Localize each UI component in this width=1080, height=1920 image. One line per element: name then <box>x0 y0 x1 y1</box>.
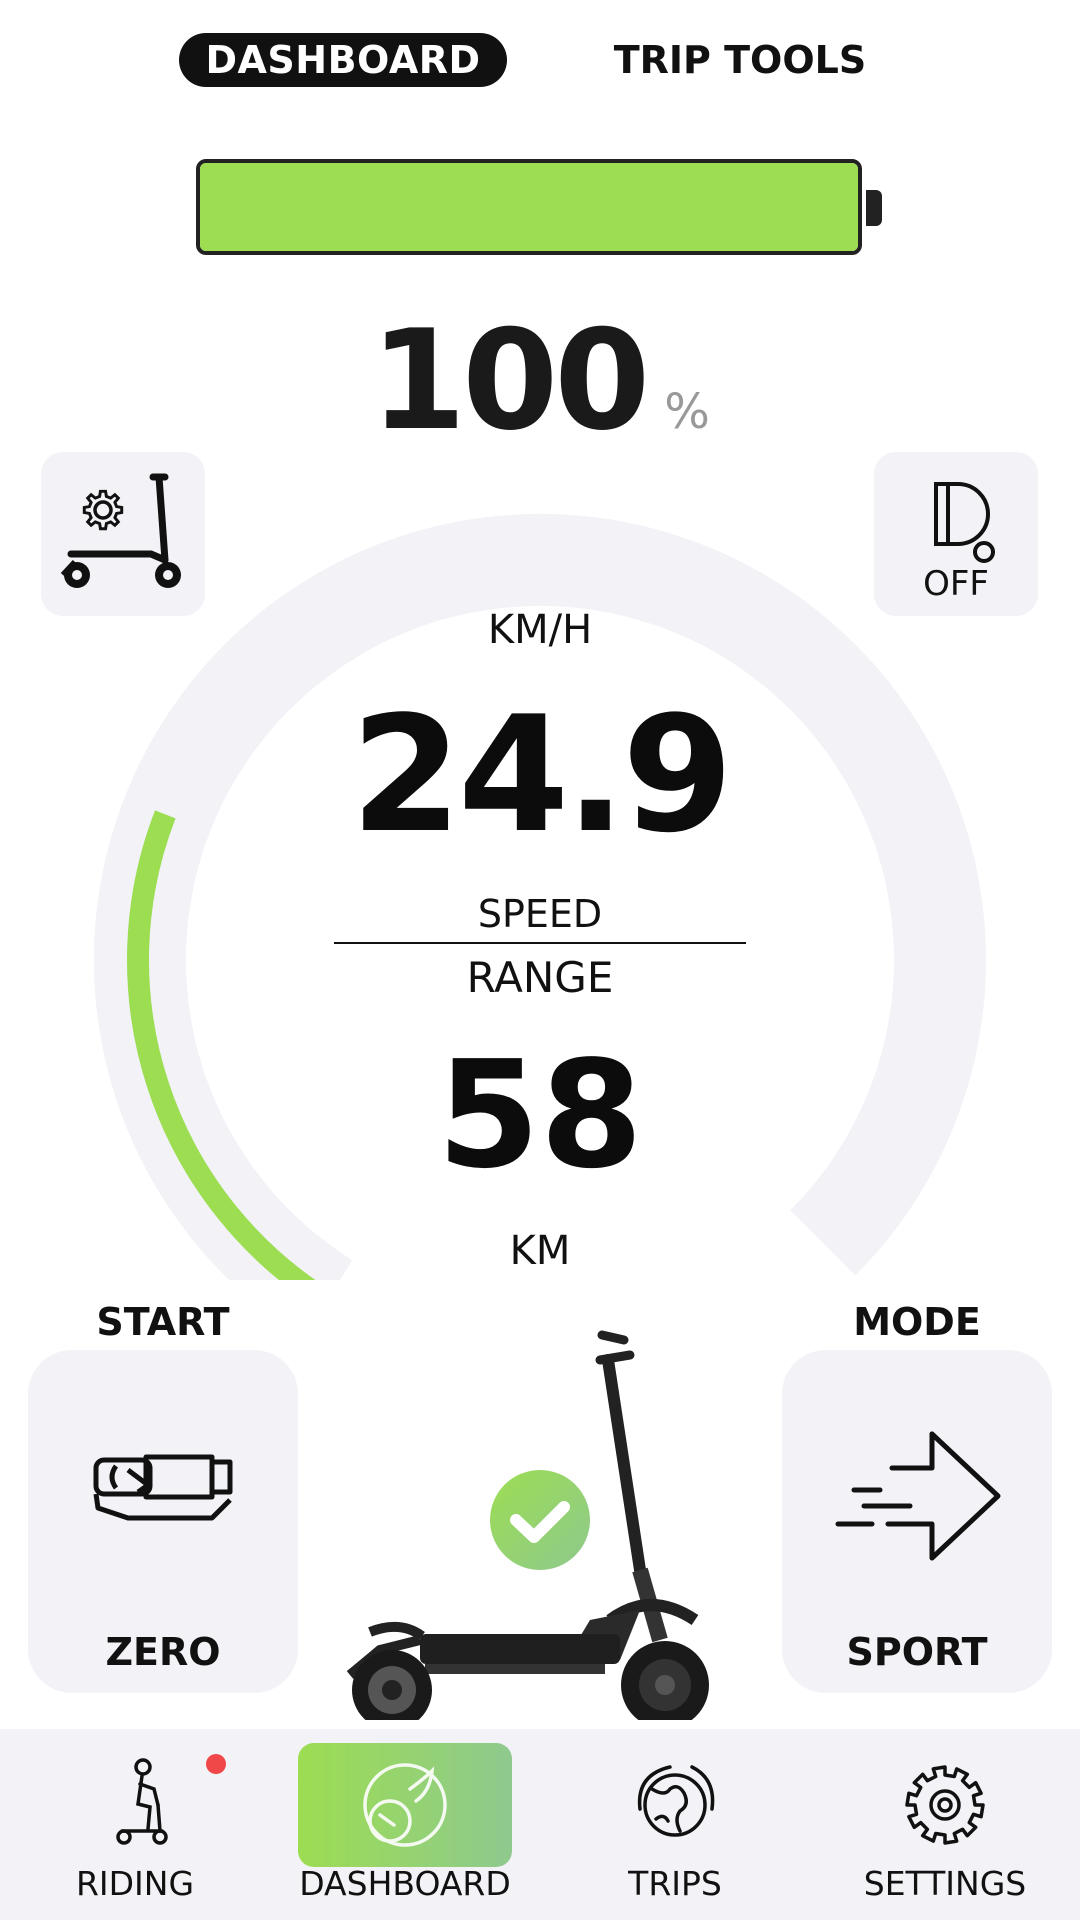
riding-notification-dot <box>206 1754 226 1774</box>
mode-title: MODE <box>853 1300 981 1344</box>
tab-trip-tools[interactable]: TRIP TOOLS <box>600 33 880 87</box>
scooter-image <box>346 1330 709 1720</box>
nav-item-trips[interactable]: TRIPS <box>540 1729 810 1920</box>
bottom-nav: RIDING DASHBOARD TRIPS SETTINGS <box>0 1729 1080 1920</box>
speed-value: 24.9 <box>350 681 734 868</box>
throttle-icon <box>93 1454 233 1521</box>
arrow-right-icon <box>835 1431 1001 1561</box>
battery-percent-unit: % <box>664 384 710 440</box>
nav-item-settings[interactable]: SETTINGS <box>810 1729 1080 1920</box>
range-unit: KM <box>509 1228 571 1274</box>
range-label: RANGE <box>466 953 614 1002</box>
checkmark-icon <box>490 1470 590 1570</box>
nav-label-trips: TRIPS <box>628 1864 722 1903</box>
battery-indicator <box>196 159 862 255</box>
ride-mode-value: SPORT <box>846 1630 988 1674</box>
range-value: 58 <box>437 1029 643 1201</box>
speedometer-icon <box>363 1763 447 1847</box>
speed-unit: KM/H <box>487 607 593 653</box>
start-title: START <box>96 1300 230 1344</box>
nav-label-riding: RIDING <box>75 1864 195 1903</box>
start-mode-button[interactable]: ZERO <box>28 1350 298 1693</box>
battery-percentage: 100 % <box>360 300 720 461</box>
battery-terminal <box>866 190 882 226</box>
tab-dashboard[interactable]: DASHBOARD <box>179 33 507 87</box>
gear-icon <box>905 1765 985 1845</box>
globe-icon <box>637 1765 715 1837</box>
battery-fill <box>200 163 858 251</box>
speed-label: SPEED <box>477 892 603 936</box>
start-mode-value: ZERO <box>105 1630 221 1674</box>
gauge-divider <box>334 942 746 944</box>
nav-item-riding[interactable]: RIDING <box>0 1729 270 1920</box>
rider-icon <box>116 1758 168 1845</box>
ride-mode-button[interactable]: SPORT <box>782 1350 1052 1693</box>
nav-label-settings: SETTINGS <box>863 1864 1027 1903</box>
nav-label-dashboard: DASHBOARD <box>299 1864 511 1903</box>
battery-percent-value: 100 <box>370 300 650 461</box>
nav-item-dashboard[interactable]: DASHBOARD <box>270 1729 540 1920</box>
